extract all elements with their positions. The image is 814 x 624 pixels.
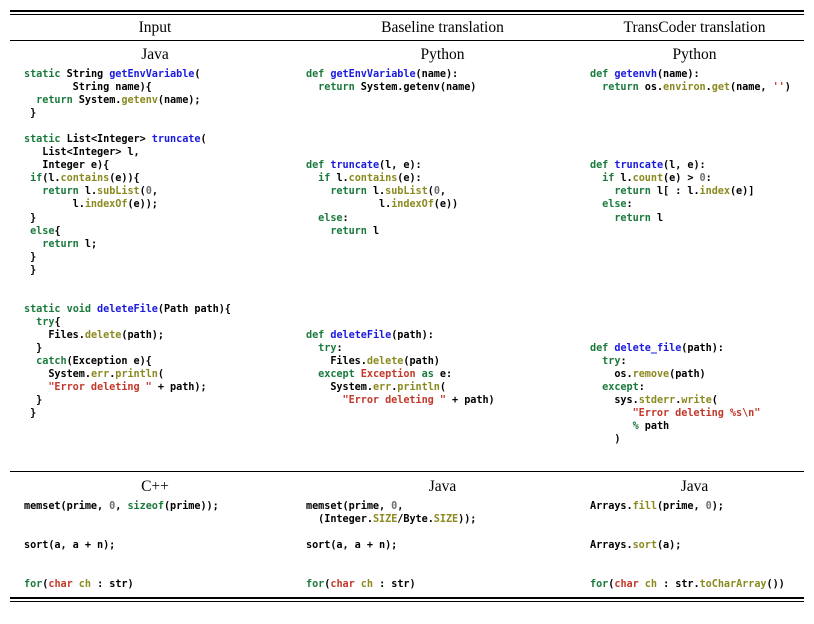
code-snippet-memset-cpp: memset(prime, 0, sizeof(prime)); bbox=[24, 501, 219, 512]
statements-column-transcoder: Java Arrays.fill(prime, 0); Arrays.sort(… bbox=[585, 476, 804, 596]
column-header-transcoder-translation: TransCoder translation bbox=[623, 19, 766, 36]
functions-column-transcoder: Python def getenvh(name): return os.envi… bbox=[585, 44, 804, 468]
code-snippet-delete-file-transcoder: def delete_file(path): try: os.remove(pa… bbox=[590, 343, 761, 446]
language-label-python-baseline: Python bbox=[420, 46, 465, 63]
translation-comparison-figure: Input Baseline translation TransCoder tr… bbox=[0, 0, 814, 624]
header-separator-rule bbox=[10, 40, 804, 42]
table-top-rule-inner bbox=[10, 13, 804, 15]
code-snippet-truncate-baseline: def truncate(l, e): if l.contains(e): re… bbox=[306, 160, 459, 237]
code-snippet-arrays-sort-transcoder: Arrays.sort(a); bbox=[590, 540, 682, 552]
code-area-input-cpp: memset(prime, 0, sizeof(prime)); sort(a,… bbox=[14, 497, 300, 596]
table-bottom-rule-inner bbox=[10, 600, 804, 602]
statements-column-baseline: Java memset(prime, 0, (Integer.SIZE/Byte… bbox=[300, 476, 585, 596]
code-area-transcoder-java: Arrays.fill(prime, 0); Arrays.sort(a); f… bbox=[585, 497, 804, 596]
code-snippet-for-loop-transcoder: for(char ch : str.toCharArray()) bbox=[590, 579, 785, 591]
code-snippet-get-env-variable-java: static String getEnvVariable( String nam… bbox=[24, 69, 201, 120]
column-header-baseline-translation: Baseline translation bbox=[381, 19, 504, 36]
language-label-python-transcoder: Python bbox=[672, 46, 717, 63]
code-area-baseline-java: memset(prime, 0, (Integer.SIZE/Byte.SIZE… bbox=[300, 497, 585, 596]
language-label-java-input: Java bbox=[141, 46, 169, 63]
code-snippet-get-env-variable-baseline: def getEnvVariable(name): return System.… bbox=[306, 69, 477, 94]
code-snippet-memset-baseline: memset(prime, 0, (Integer.SIZE/Byte.SIZE… bbox=[306, 501, 477, 526]
code-snippet-sort-cpp: sort(a, a + n); bbox=[24, 540, 116, 552]
code-snippet-truncate-transcoder: def truncate(l, e): if l.count(e) > 0: r… bbox=[590, 160, 755, 224]
code-snippet-delete-file-java: static void deleteFile(Path path){ try{ … bbox=[24, 303, 231, 420]
column-header-input: Input bbox=[138, 19, 172, 36]
functions-column-input: Java static String getEnvVariable( Strin… bbox=[10, 44, 300, 468]
code-snippet-delete-file-baseline: def deleteFile(path): try: Files.delete(… bbox=[306, 329, 495, 407]
code-area-transcoder-python: def getenvh(name): return os.environ.get… bbox=[585, 65, 804, 468]
functions-column-baseline: Python def getEnvVariable(name): return … bbox=[300, 44, 585, 468]
language-label-cpp-input: C++ bbox=[141, 478, 169, 495]
code-snippet-for-loop-cpp: for(char ch : str) bbox=[24, 579, 134, 591]
statements-column-input: C++ memset(prime, 0, sizeof(prime)); sor… bbox=[10, 476, 300, 596]
table-header-row: Input Baseline translation TransCoder tr… bbox=[10, 16, 804, 39]
language-label-java-baseline: Java bbox=[428, 478, 457, 495]
code-snippet-truncate-java: static List<Integer> truncate( List<Inte… bbox=[24, 134, 207, 276]
statements-section: C++ memset(prime, 0, sizeof(prime)); sor… bbox=[10, 476, 804, 596]
code-snippet-sort-baseline: sort(a, a + n); bbox=[306, 540, 398, 552]
language-label-java-transcoder: Java bbox=[680, 478, 709, 495]
functions-section: Java static String getEnvVariable( Strin… bbox=[10, 44, 804, 468]
table-bottom-rule-outer bbox=[10, 597, 804, 599]
code-snippet-getenvh-transcoder: def getenvh(name): return os.environ.get… bbox=[590, 69, 791, 94]
code-snippet-arrays-fill-transcoder: Arrays.fill(prime, 0); bbox=[590, 501, 724, 512]
code-area-input-java: static String getEnvVariable( String nam… bbox=[14, 65, 300, 468]
code-area-baseline-python: def getEnvVariable(name): return System.… bbox=[300, 65, 585, 468]
section-separator-rule bbox=[10, 471, 804, 473]
table-top-rule-outer bbox=[10, 10, 804, 12]
code-snippet-for-loop-baseline: for(char ch : str) bbox=[306, 579, 416, 591]
